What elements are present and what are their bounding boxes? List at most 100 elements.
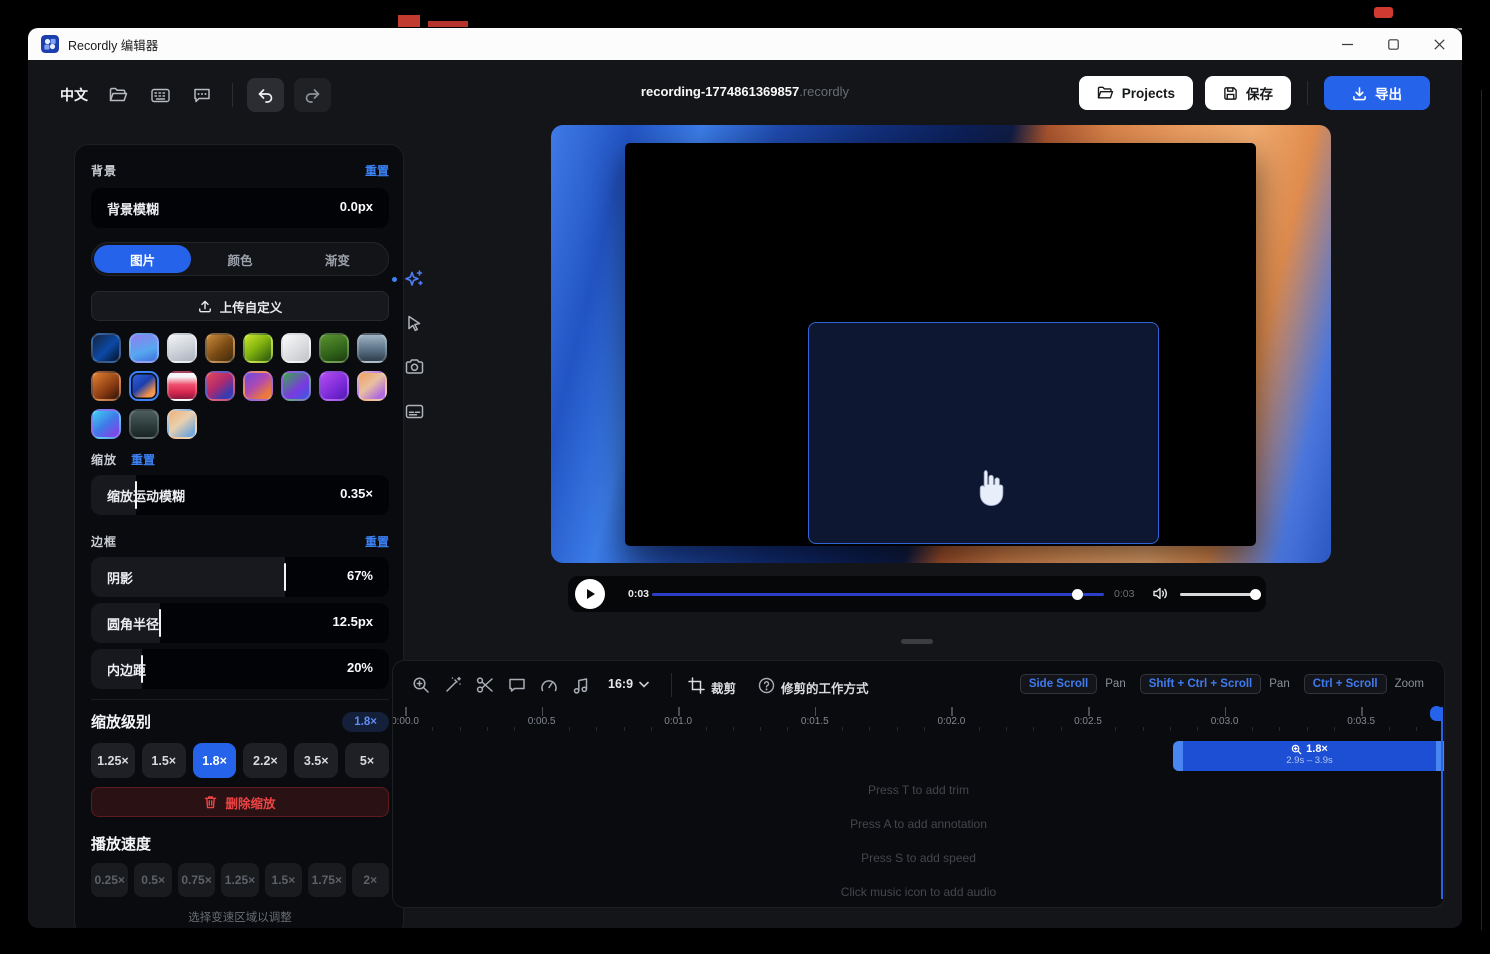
playhead-line[interactable] <box>1441 707 1443 899</box>
zoom-motion-blur-slider[interactable]: 缩放运动模糊 0.35× <box>91 475 389 515</box>
speed-2×[interactable]: 2× <box>352 863 389 897</box>
speed-0.5×[interactable]: 0.5× <box>134 863 171 897</box>
ruler-label: 0:03.5 <box>1347 716 1375 727</box>
zoom-selection-region[interactable] <box>808 322 1159 544</box>
ai-effects-tool[interactable] <box>403 268 425 290</box>
background-tab-颜色[interactable]: 颜色 <box>191 245 288 273</box>
play-button[interactable] <box>575 579 605 609</box>
bg-dark-mountain-thumbnail[interactable] <box>129 409 159 439</box>
border-slider-0[interactable]: 阴影67% <box>91 557 389 597</box>
projects-button[interactable]: Projects <box>1079 76 1193 110</box>
bg-cyan-purple-thumbnail[interactable] <box>91 409 121 439</box>
border-reset-link[interactable]: 重置 <box>365 533 389 550</box>
progress-track[interactable] <box>652 593 1104 597</box>
bg-orange-flower-thumbnail[interactable] <box>91 371 121 401</box>
ruler-major-tick <box>1225 707 1227 716</box>
minimize-button[interactable] <box>1324 28 1370 60</box>
maximize-button[interactable] <box>1370 28 1416 60</box>
zoom-level-3.5×[interactable]: 3.5× <box>294 743 338 778</box>
zoom-level-1.5×[interactable]: 1.5× <box>142 743 186 778</box>
panel-resize-handle[interactable] <box>901 639 933 644</box>
zoom-reset-link[interactable]: 重置 <box>131 451 155 468</box>
timeline-hint-1: Press A to add annotation <box>393 817 1444 831</box>
background-tab-图片[interactable]: 图片 <box>94 245 191 273</box>
bg-autumn-thumbnail[interactable] <box>205 333 235 363</box>
bg-green-abstract-thumbnail[interactable] <box>243 333 273 363</box>
ruler-minor-tick <box>487 727 488 731</box>
volume-track[interactable] <box>1180 593 1256 596</box>
captions-tool[interactable] <box>403 400 425 422</box>
playback-bar: 0:03 0:03 <box>568 576 1266 612</box>
bg-pink-red-thumbnail[interactable] <box>167 371 197 401</box>
play-icon <box>585 588 596 600</box>
speed-1.5×[interactable]: 1.5× <box>265 863 302 897</box>
crop-button[interactable] <box>685 674 707 696</box>
close-button[interactable] <box>1416 28 1462 60</box>
export-button[interactable]: 导出 <box>1324 76 1430 110</box>
bg-blue-orange-thumbnail[interactable] <box>129 371 159 401</box>
ruler-major-tick <box>542 707 544 716</box>
kbd-action-2: Zoom <box>1395 678 1424 690</box>
border-slider-1[interactable]: 圆角半径12.5px <box>91 603 389 643</box>
ruler-minor-tick <box>596 727 597 731</box>
bg-forest-thumbnail[interactable] <box>319 333 349 363</box>
bg-green-purple-thumbnail[interactable] <box>281 371 311 401</box>
delete-zoom-button[interactable]: 删除缩放 <box>91 787 389 817</box>
zoom-segment[interactable]: 1.8× 2.9s – 3.9s <box>1173 741 1445 771</box>
bg-red-blue-wave-thumbnail[interactable] <box>205 371 235 401</box>
zoom-level-2.2×[interactable]: 2.2× <box>243 743 287 778</box>
trim-help-label[interactable]: 修剪的工作方式 <box>781 678 869 697</box>
screenshot-tool[interactable] <box>403 356 425 378</box>
speed-0.25×[interactable]: 0.25× <box>91 863 128 897</box>
zoom-level-5×[interactable]: 5× <box>345 743 389 778</box>
save-button[interactable]: 保存 <box>1205 76 1291 110</box>
ruler-label: 0:00.0 <box>392 716 419 727</box>
cursor-tool[interactable] <box>403 312 425 334</box>
background-reset-link[interactable]: 重置 <box>365 162 389 179</box>
border-slider-2[interactable]: 内边距20% <box>91 649 389 689</box>
bg-purple-orange-thumbnail[interactable] <box>243 371 273 401</box>
background-tab-渐变[interactable]: 渐变 <box>289 245 386 273</box>
bg-orange-violet-light-thumbnail[interactable] <box>357 371 387 401</box>
background-app-red-box-1 <box>398 15 420 29</box>
window-title: Recordly 编辑器 <box>68 35 158 54</box>
playhead-marker[interactable] <box>1430 706 1443 721</box>
timeline-panel: 16:9 裁剪 修剪的工作方式 Side ScrollPanShift + Ct… <box>392 660 1445 908</box>
annotation-button[interactable] <box>506 674 528 696</box>
current-time: 0:03 <box>628 588 649 600</box>
zoom-level-1.25×[interactable]: 1.25× <box>91 743 135 778</box>
crop-label[interactable]: 裁剪 <box>711 678 736 697</box>
music-button[interactable] <box>570 674 592 696</box>
speed-section-title: 播放速度 <box>91 833 151 854</box>
aspect-ratio-dropdown[interactable]: 16:9 <box>608 677 649 691</box>
bg-cloud-orange-blue-thumbnail[interactable] <box>167 409 197 439</box>
speed-1.25×[interactable]: 1.25× <box>221 863 258 897</box>
zoom-level-1.8×[interactable]: 1.8× <box>193 743 237 778</box>
kbd-action-0: Pan <box>1105 678 1125 690</box>
segment-time-range: 2.9s – 3.9s <box>1173 755 1445 766</box>
bg-mountain-lake-thumbnail[interactable] <box>357 333 387 363</box>
bg-dark-blue-abstract-thumbnail[interactable] <box>91 333 121 363</box>
upload-custom-button[interactable]: 上传自定义 <box>91 291 389 321</box>
camera-icon <box>405 359 424 375</box>
bg-snow-thumbnail[interactable] <box>167 333 197 363</box>
progress-handle[interactable] <box>1072 589 1083 600</box>
bg-violet-thumbnail[interactable] <box>319 371 349 401</box>
volume-icon[interactable] <box>1152 586 1169 601</box>
cut-button[interactable] <box>474 674 496 696</box>
background-blur-slider[interactable]: 背景模糊 0.0px <box>91 188 389 228</box>
speed-button[interactable] <box>538 674 560 696</box>
background-app-red-pill <box>1374 7 1393 18</box>
duration: 0:03 <box>1114 588 1134 600</box>
pointer-hand-cursor <box>972 468 1006 508</box>
timeline-zoom-in-button[interactable] <box>410 674 432 696</box>
speed-1.75×[interactable]: 1.75× <box>308 863 345 897</box>
video-preview-canvas[interactable] <box>551 125 1331 563</box>
volume-handle[interactable] <box>1250 589 1261 600</box>
bg-white-swirl-thumbnail[interactable] <box>281 333 311 363</box>
speedometer-icon <box>540 677 558 693</box>
magic-wand-button[interactable] <box>442 674 464 696</box>
bg-purple-blue-thumbnail[interactable] <box>129 333 159 363</box>
speed-0.75×[interactable]: 0.75× <box>178 863 215 897</box>
trim-help-button[interactable] <box>755 674 777 696</box>
